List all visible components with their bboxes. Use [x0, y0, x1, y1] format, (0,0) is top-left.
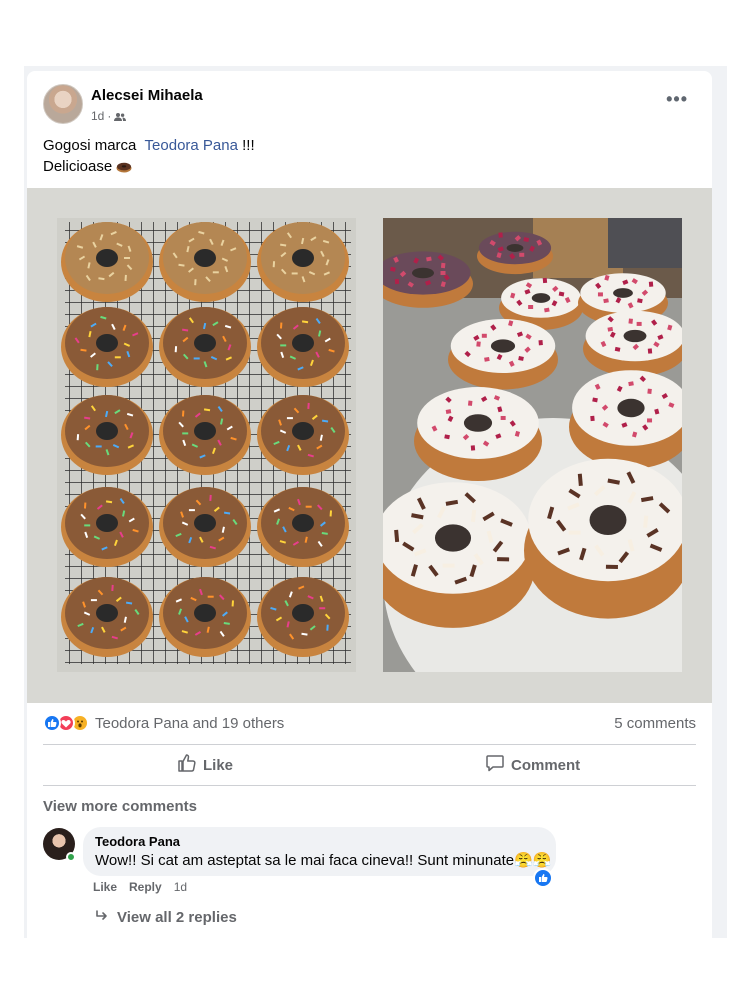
comment-icon: [485, 753, 505, 777]
doughnut-emoji-icon: [116, 159, 132, 179]
view-replies-label: View all 2 replies: [117, 909, 237, 926]
view-more-comments-link[interactable]: View more comments: [43, 798, 197, 815]
post-text-suffix: !!!: [242, 137, 255, 154]
comment-actions: Like Reply 1d: [93, 880, 187, 894]
thumbs-up-icon: [177, 753, 197, 777]
comment-bubble: Teodora Pana Wow!! Si cat am asteptat sa…: [83, 827, 556, 876]
post-time[interactable]: 1d: [91, 109, 104, 123]
view-replies-link[interactable]: View all 2 replies: [95, 909, 237, 926]
post-text-line-2: Delicioase: [43, 157, 132, 179]
like-label: Like: [203, 756, 234, 774]
mention-link[interactable]: Teodora Pana: [141, 137, 238, 154]
post-text-prefix: Gogosi marca: [43, 137, 137, 154]
meta-separator: ·: [107, 109, 112, 123]
comment-reply-link[interactable]: Reply: [129, 880, 162, 894]
post-text-line-2-text: Delicioase: [43, 158, 113, 175]
comment-text: Wow!! Si cat am asteptat sa le mai faca …: [95, 852, 515, 869]
comment-author[interactable]: Teodora Pana: [95, 834, 544, 849]
divider: [43, 744, 696, 745]
author-avatar[interactable]: [43, 84, 83, 124]
comments-count[interactable]: 5 comments: [614, 715, 696, 732]
photo-white-doughnuts[interactable]: [383, 218, 682, 672]
reply-arrow-icon: [95, 909, 109, 926]
comment-label: Comment: [511, 756, 581, 774]
like-button[interactable]: Like: [177, 753, 233, 777]
post-meta: 1d ·: [91, 109, 127, 123]
online-status-dot: [66, 852, 76, 862]
more-options-button[interactable]: •••: [666, 89, 688, 110]
photo-glazed-doughnuts[interactable]: [57, 218, 356, 672]
post-text-line-1: Gogosi marca Teodora Pana !!!: [43, 136, 255, 156]
divider: [43, 785, 696, 786]
comment-time[interactable]: 1d: [174, 880, 187, 894]
friends-icon[interactable]: [114, 111, 127, 121]
comment-like-badge-icon[interactable]: [533, 868, 553, 888]
post-author[interactable]: Alecsei Mihaela: [91, 87, 203, 104]
comment-text-row: Wow!! Si cat am asteptat sa le mai faca …: [95, 851, 551, 869]
like-icon: [43, 714, 61, 732]
reactions-summary[interactable]: Teodora Pana and 19 others: [43, 712, 284, 734]
comment-button[interactable]: Comment: [485, 753, 580, 777]
comment-like-link[interactable]: Like: [93, 880, 117, 894]
post-media: [27, 188, 712, 703]
reaction-names[interactable]: Teodora Pana and 19 others: [95, 715, 284, 732]
post-card: Alecsei Mihaela 1d · ••• Gogosi marca Te…: [27, 71, 712, 939]
comment-emoji: 😤😤: [514, 852, 552, 869]
